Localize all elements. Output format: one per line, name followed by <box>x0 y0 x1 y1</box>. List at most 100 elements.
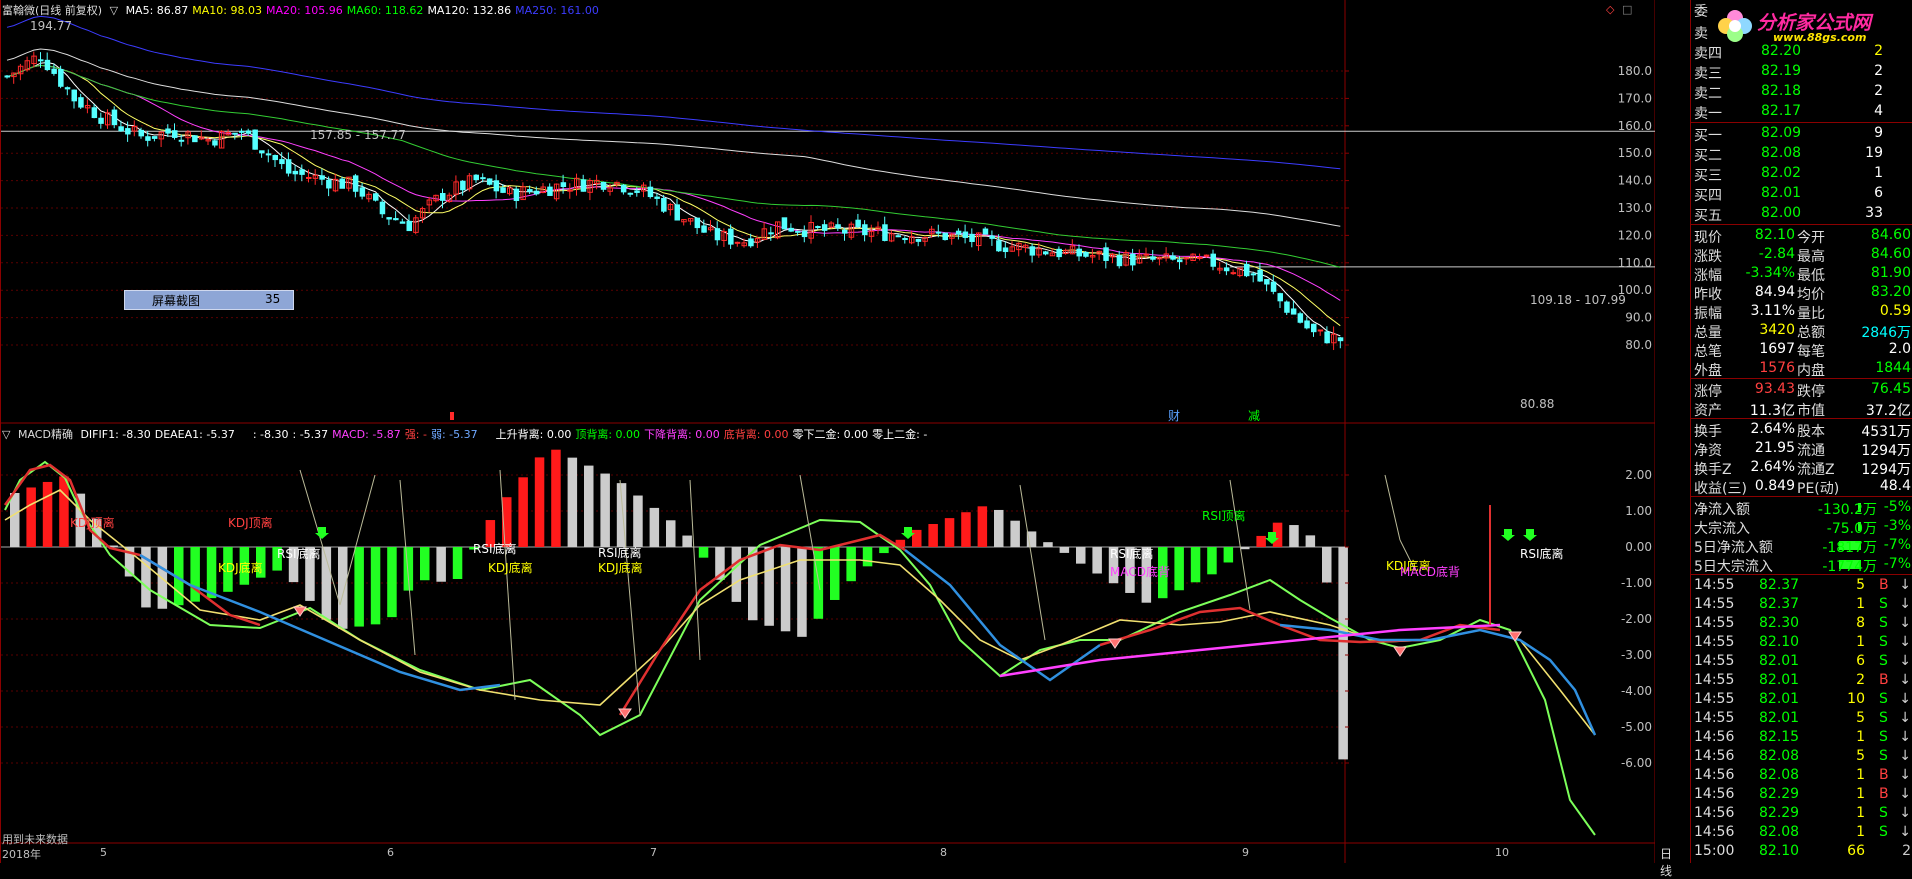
finance-stat-row: 净资 21.95 流通 1294万 <box>1691 439 1912 459</box>
diamond-icon[interactable]: ◇ <box>1606 3 1614 16</box>
candle-body <box>862 224 868 236</box>
ask-volume: 4 <box>1874 103 1883 119</box>
price-tick-label: 180.0 <box>1618 64 1652 78</box>
chart-window-controls[interactable]: ◇ □ <box>1606 3 1632 16</box>
chart-area[interactable]: 180.0 170.0 160.0 150.0 140.0 130.0 120.0 110.0… <box>0 0 1672 878</box>
limit-stat-row: 涨停 93.43 跌停 76.45 <box>1691 380 1912 400</box>
flow-value: -130.2万 <box>1817 502 1877 518</box>
stat-label: 总笔 <box>1694 344 1722 360</box>
macd-bar <box>879 547 889 554</box>
tick-price: 82.37 <box>1759 596 1800 612</box>
macd-legend-item: DIFIF1: -8.30 <box>80 428 151 441</box>
tick-time: 14:56 <box>1694 767 1735 783</box>
ma-label: MA120: 132.86 <box>427 4 512 17</box>
candle-body <box>788 227 794 232</box>
tick-price: 82.01 <box>1759 710 1800 726</box>
tick-price: 82.10 <box>1759 634 1800 650</box>
flow-value: -1817万 <box>1822 540 1877 556</box>
candle-body <box>232 132 238 135</box>
tick-time: 14:55 <box>1694 653 1735 669</box>
macd-signal-annotation: RSI底离 <box>277 546 321 561</box>
macd-bar <box>10 493 20 547</box>
macd-bar <box>1240 547 1250 550</box>
candle-body <box>1183 257 1190 260</box>
divergence-guide-line <box>689 479 701 661</box>
quote-separator <box>1691 378 1912 379</box>
screenshot-badge[interactable]: 屏幕截图 35 <box>124 290 294 310</box>
macd-bar <box>420 547 430 581</box>
divergence-guide-line <box>1384 474 1401 541</box>
candle-body <box>748 238 754 247</box>
stat-label: 换手Z <box>1694 462 1732 478</box>
ma-toggle-icon[interactable]: ▽ <box>110 4 118 17</box>
macd-bar <box>452 547 463 579</box>
quote-stat-row: 总量 3420 总额 2846万 <box>1691 321 1912 341</box>
candle-body <box>1230 272 1237 275</box>
macd-legend-item: 上升背离: 0.00 <box>495 428 572 441</box>
date-axis-label: 5 <box>100 846 107 859</box>
stat-value: 93.43 <box>1754 381 1795 397</box>
ma-label: MA5: 86.87 <box>125 4 189 17</box>
bid-row: 买四 82.01 6 <box>1691 184 1912 204</box>
stat-value: 11.3亿 <box>1749 403 1795 419</box>
quote-stat-row: 涨跌 -2.84 最高 84.60 <box>1691 245 1912 265</box>
candle-body <box>319 175 325 180</box>
stat-value: 1844 <box>1875 360 1911 376</box>
period-label[interactable]: 日线 <box>1660 845 1672 879</box>
flow-label: 净流入额 <box>1694 502 1750 518</box>
tick-arrow-icon: ↓ <box>1899 691 1911 707</box>
minus-icon[interactable]: □ <box>1622 3 1632 16</box>
quote-stat-row: 外盘 1576 内盘 1844 <box>1691 359 1912 379</box>
macd-signal-annotation: RSI底离 <box>473 541 517 556</box>
macd-legend-item: 顶背离: 0.00 <box>575 428 641 441</box>
candle-body <box>674 204 680 221</box>
flow-percent: -5% <box>1883 499 1911 515</box>
ask-volume: 2 <box>1874 83 1883 99</box>
tick-volume: 2 <box>1856 672 1865 688</box>
tick-price: 82.30 <box>1759 615 1800 631</box>
flow-value: -75.0万 <box>1826 521 1877 537</box>
strong-line-2 <box>618 533 906 716</box>
candle-body <box>399 221 406 224</box>
candle-body <box>1297 313 1304 323</box>
tick-arrow-icon: ↓ <box>1899 748 1911 764</box>
bid-level-label: 买二 <box>1694 148 1722 164</box>
macd-bar <box>206 547 217 599</box>
moving-average-lines <box>6 15 1341 337</box>
candle-body <box>172 130 178 138</box>
macd-legend-item: 强: - <box>404 428 427 441</box>
candle-body <box>406 220 412 232</box>
stat-value: 82.10 <box>1754 227 1795 243</box>
stat-value: 3.11% <box>1750 303 1795 319</box>
bid-price: 82.01 <box>1761 185 1802 201</box>
candle-body <box>1277 293 1283 302</box>
macd-tick-label: 2.00 <box>1625 468 1652 482</box>
ask-level-label: 卖 <box>1694 26 1708 42</box>
stat-value: 37.2亿 <box>1865 403 1911 419</box>
tick-volume: 1 <box>1856 786 1865 802</box>
stat-label: 涨幅 <box>1694 268 1722 284</box>
macd-tick-label: -1.00 <box>1621 576 1652 590</box>
stat-value: 0.849 <box>1754 478 1795 494</box>
tick-side: S <box>1879 805 1888 821</box>
macd-histogram <box>10 449 1348 760</box>
stat-label: 今开 <box>1797 230 1825 246</box>
macd-signal-annotation: KDJ底离 <box>218 560 263 575</box>
tick-arrow-icon: ↓ <box>1899 729 1911 745</box>
tick-time: 14:55 <box>1694 672 1735 688</box>
candle-body <box>473 174 479 181</box>
flow-label: 5日大宗流入 <box>1694 559 1773 575</box>
bid-level-label: 买四 <box>1694 188 1722 204</box>
candle-body <box>1177 259 1183 263</box>
macd-bar <box>42 481 53 547</box>
ask-level-label: 卖一 <box>1694 106 1722 122</box>
candle-body <box>567 189 573 192</box>
tick-row: 14:55 82.37 5 B ↓ <box>1691 576 1912 595</box>
tick-price: 82.37 <box>1759 577 1800 593</box>
tick-side: S <box>1879 615 1888 631</box>
macd-bar <box>1322 547 1332 583</box>
future-data-note: 用到未来数据 <box>2 833 68 846</box>
stat-label: 最低 <box>1797 268 1825 284</box>
macd-toggle-icon[interactable]: ▽ <box>2 428 10 441</box>
quote-separator <box>1691 574 1912 575</box>
